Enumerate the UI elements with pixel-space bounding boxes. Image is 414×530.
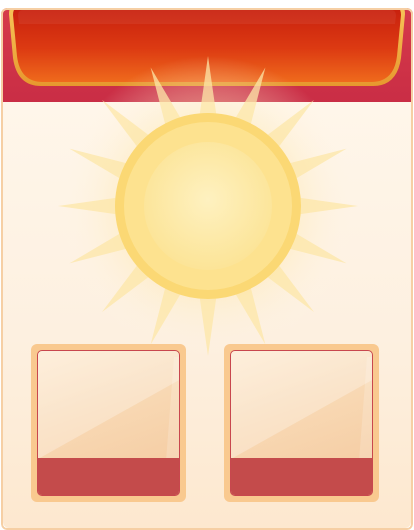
sun-icon [58,56,358,356]
reward-slot-1-label-bar [38,458,179,495]
reward-slot-2-label-bar [231,458,372,495]
reward-slot-1[interactable] [31,344,186,502]
reward-panel [1,8,413,530]
reward-slot-2[interactable] [224,344,379,502]
reward-slot-1-card [37,350,180,496]
reward-slot-2-card [230,350,373,496]
